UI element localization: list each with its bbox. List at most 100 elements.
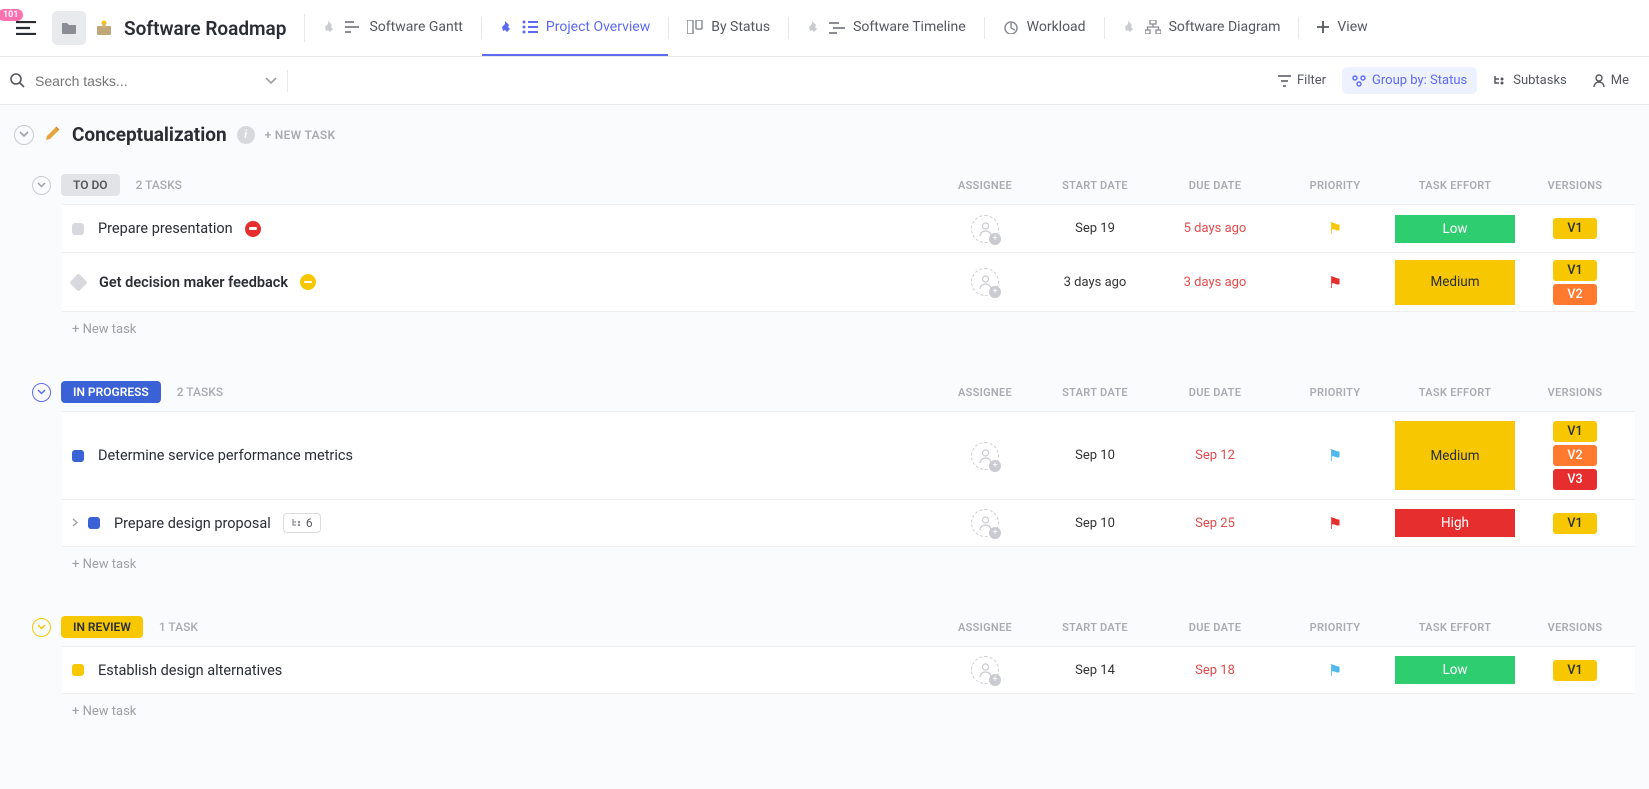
- task-row[interactable]: Establish design alternatives Sep 14 Sep…: [62, 646, 1635, 694]
- versions-cell[interactable]: V1V2: [1515, 260, 1635, 305]
- priority-cell[interactable]: ⚑: [1275, 656, 1395, 684]
- due-date[interactable]: Sep 18: [1155, 656, 1275, 684]
- start-date[interactable]: Sep 14: [1035, 656, 1155, 684]
- pin-icon: [323, 20, 337, 34]
- start-date[interactable]: Sep 19: [1035, 215, 1155, 243]
- group-collapse[interactable]: [32, 176, 51, 195]
- tab-label: View: [1337, 19, 1367, 35]
- priority-cell[interactable]: ⚑: [1275, 509, 1395, 537]
- workspace-icon: [94, 18, 114, 38]
- tab-label: Workload: [1027, 19, 1086, 35]
- col-priority: PRIORITY: [1275, 621, 1395, 634]
- task-name: Prepare design proposal: [114, 515, 271, 532]
- task-row[interactable]: Determine service performance metrics Se…: [62, 411, 1635, 499]
- tab-label: Software Timeline: [853, 19, 966, 35]
- versions-cell[interactable]: V1: [1515, 509, 1635, 537]
- folder-button[interactable]: [52, 11, 86, 45]
- menu-button[interactable]: 101: [8, 13, 44, 43]
- col-due: DUE DATE: [1155, 179, 1275, 192]
- group-by-button[interactable]: Group by: Status: [1342, 67, 1477, 94]
- section-collapse[interactable]: [14, 125, 34, 145]
- flag-icon: ⚑: [1328, 661, 1342, 680]
- effort-cell[interactable]: High: [1395, 509, 1515, 537]
- versions-cell[interactable]: V1: [1515, 215, 1635, 243]
- status-square[interactable]: [72, 664, 84, 676]
- subtasks-button[interactable]: Subtasks: [1483, 67, 1577, 94]
- tab-add-view[interactable]: View: [1299, 0, 1385, 57]
- tab-project-overview[interactable]: Project Overview: [482, 0, 668, 57]
- assignee-cell[interactable]: [935, 421, 1035, 490]
- versions-cell[interactable]: V1: [1515, 656, 1635, 684]
- status-pill[interactable]: TO DO: [61, 174, 120, 196]
- new-task-button[interactable]: + NEW TASK: [265, 128, 336, 142]
- status-square[interactable]: [72, 450, 84, 462]
- flag-icon: ⚑: [1328, 219, 1342, 238]
- effort-value: Low: [1395, 215, 1515, 243]
- task-name: Get decision maker feedback: [99, 274, 288, 291]
- priority-cell[interactable]: ⚑: [1275, 260, 1395, 305]
- tab-software-gantt[interactable]: Software Gantt: [305, 0, 480, 57]
- due-date[interactable]: 5 days ago: [1155, 215, 1275, 243]
- assignee-cell[interactable]: [935, 656, 1035, 684]
- me-button[interactable]: Me: [1583, 67, 1639, 94]
- chevron-right-icon: [72, 518, 78, 527]
- subtasks-label: Subtasks: [1513, 73, 1567, 88]
- task-row[interactable]: Prepare presentation Sep 19 5 days ago ⚑…: [62, 204, 1635, 252]
- expand-arrow[interactable]: [72, 515, 82, 531]
- status-diamond[interactable]: [69, 273, 87, 291]
- status-pill[interactable]: IN REVIEW: [61, 616, 143, 638]
- col-due: DUE DATE: [1155, 621, 1275, 634]
- versions-cell[interactable]: V1V2V3: [1515, 421, 1635, 490]
- col-priority: PRIORITY: [1275, 179, 1395, 192]
- status-square[interactable]: [72, 223, 84, 235]
- info-icon[interactable]: i: [237, 126, 255, 144]
- col-assignee: ASSIGNEE: [935, 179, 1035, 192]
- search-wrap: [10, 73, 255, 89]
- tab-software-timeline[interactable]: Software Timeline: [789, 0, 984, 57]
- subtask-count[interactable]: 6: [283, 513, 321, 533]
- list-icon: [522, 20, 538, 34]
- col-versions: VERSIONS: [1515, 386, 1635, 399]
- search-icon: [10, 73, 25, 88]
- due-date[interactable]: Sep 12: [1155, 421, 1275, 490]
- version-chip: V2: [1553, 445, 1597, 466]
- search-input[interactable]: [35, 73, 255, 89]
- group-collapse[interactable]: [32, 383, 51, 402]
- effort-cell[interactable]: Low: [1395, 215, 1515, 243]
- task-row[interactable]: Get decision maker feedback 3 days ago 3…: [62, 252, 1635, 312]
- status-pill[interactable]: IN PROGRESS: [61, 381, 161, 403]
- priority-cell[interactable]: ⚑: [1275, 421, 1395, 490]
- effort-cell[interactable]: Medium: [1395, 421, 1515, 490]
- due-date[interactable]: 3 days ago: [1155, 260, 1275, 305]
- filter-button[interactable]: Filter: [1268, 67, 1336, 94]
- chevron-down-icon: [37, 624, 46, 630]
- folder-icon: [61, 21, 77, 35]
- assignee-cell[interactable]: [935, 215, 1035, 243]
- assignee-cell[interactable]: [935, 509, 1035, 537]
- tab-by-status[interactable]: By Status: [669, 0, 788, 57]
- version-chip: V2: [1553, 284, 1597, 305]
- new-task-row[interactable]: + New task: [32, 547, 1635, 576]
- diagram-icon: [1145, 20, 1161, 34]
- search-dropdown[interactable]: [255, 73, 287, 89]
- effort-cell[interactable]: Medium: [1395, 260, 1515, 305]
- effort-cell[interactable]: Low: [1395, 656, 1515, 684]
- status-square[interactable]: [88, 517, 100, 529]
- tab-label: Software Gantt: [369, 19, 462, 35]
- version-chip: V1: [1553, 260, 1597, 281]
- tab-workload[interactable]: Workload: [985, 0, 1104, 57]
- task-name: Prepare presentation: [98, 220, 233, 237]
- start-date[interactable]: 3 days ago: [1035, 260, 1155, 305]
- group-collapse[interactable]: [32, 618, 51, 637]
- tab-software-diagram[interactable]: Software Diagram: [1105, 0, 1299, 57]
- col-versions: VERSIONS: [1515, 621, 1635, 634]
- task-row[interactable]: Prepare design proposal 6 Sep 10 Sep 25 …: [62, 499, 1635, 547]
- new-task-row[interactable]: + New task: [32, 312, 1635, 341]
- assignee-cell[interactable]: [935, 260, 1035, 305]
- priority-cell[interactable]: ⚑: [1275, 215, 1395, 243]
- due-date[interactable]: Sep 25: [1155, 509, 1275, 537]
- start-date[interactable]: Sep 10: [1035, 509, 1155, 537]
- group-by-label: Group by: Status: [1372, 73, 1467, 88]
- new-task-row[interactable]: + New task: [32, 694, 1635, 723]
- start-date[interactable]: Sep 10: [1035, 421, 1155, 490]
